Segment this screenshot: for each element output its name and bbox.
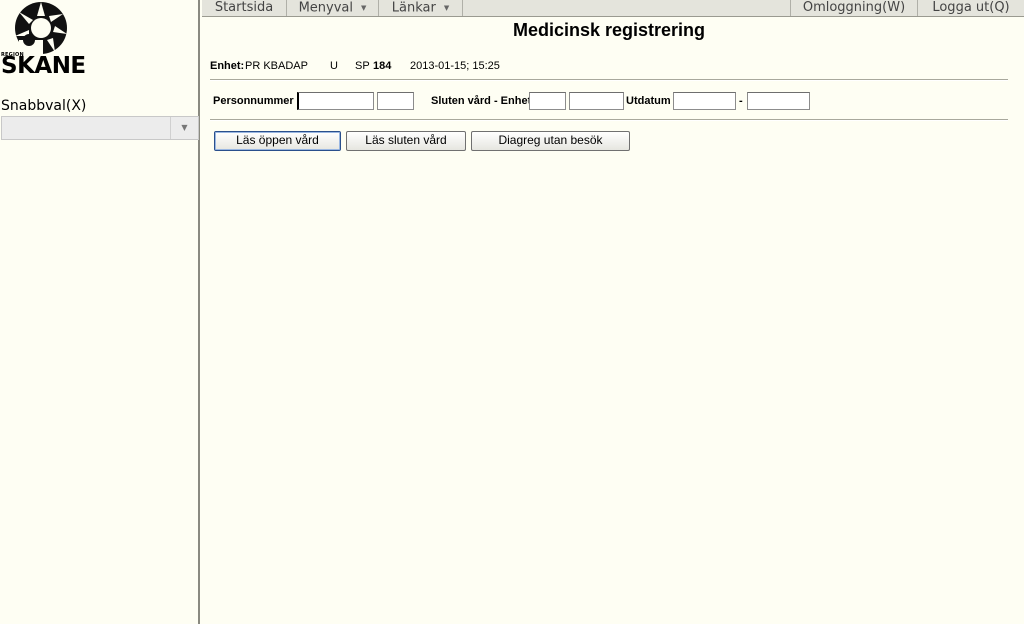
sidebar: REGION SKANE Snabbval(X) ▼: [0, 0, 200, 624]
unit-value: PR KBADAP: [245, 60, 308, 72]
logo-mark-icon: [15, 2, 67, 60]
read-closed-care-button[interactable]: Läs sluten vård: [346, 131, 466, 151]
menu-logga-ut[interactable]: Logga ut(Q): [918, 0, 1024, 16]
utdatum-to-input[interactable]: [747, 92, 810, 110]
diagreg-without-visit-button[interactable]: Diagreg utan besök: [471, 131, 630, 151]
utdatum-from-input[interactable]: [673, 92, 736, 110]
search-form: Personnummer Sluten vård - Enhet Utdatum…: [202, 92, 1024, 112]
menu-menyval[interactable]: Menyval ▼: [287, 0, 379, 16]
enhet-input-2[interactable]: [569, 92, 624, 110]
chevron-down-icon: ▼: [361, 4, 367, 12]
personnummer-label: Personnummer: [213, 95, 294, 107]
region-skane-logo: REGION SKANE: [0, 0, 90, 80]
read-open-care-button[interactable]: Läs öppen vård: [214, 131, 341, 151]
quick-select-label: Snabbval(X): [1, 98, 87, 114]
logo-name-text: SKANE: [1, 53, 86, 79]
chevron-down-icon[interactable]: ▼: [170, 117, 198, 139]
datetime-text: 2013-01-15; 15:25: [410, 60, 500, 72]
personnummer-input[interactable]: [297, 92, 374, 110]
sluten-vard-enhet-label: Sluten vård - Enhet: [431, 95, 532, 107]
divider: [210, 79, 1008, 81]
divider: [210, 119, 1008, 121]
menu-omloggning[interactable]: Omloggning(W): [790, 0, 918, 16]
menu-lankar[interactable]: Länkar ▼: [379, 0, 463, 16]
menu-startsida[interactable]: Startsida: [202, 0, 287, 16]
utdatum-label: Utdatum: [626, 95, 671, 107]
top-menubar: Startsida Menyval ▼ Länkar ▼ Omloggning(W)…: [202, 0, 1024, 17]
quick-select-dropdown[interactable]: ▼: [1, 116, 199, 140]
sp-value: 184: [373, 60, 392, 72]
unit-code: U: [330, 60, 338, 72]
main-content: Medicinsk registrering Enhet: PR KBADAP …: [202, 17, 1024, 624]
chevron-down-icon: ▼: [443, 4, 450, 12]
sp-label: SP: [355, 60, 370, 72]
unit-label: Enhet:: [210, 60, 245, 72]
page-title: Medicinsk registrering: [512, 20, 706, 40]
enhet-input-1[interactable]: [529, 92, 566, 110]
utdatum-dash: -: [739, 95, 743, 107]
personnummer-suffix-input[interactable]: [377, 92, 414, 110]
